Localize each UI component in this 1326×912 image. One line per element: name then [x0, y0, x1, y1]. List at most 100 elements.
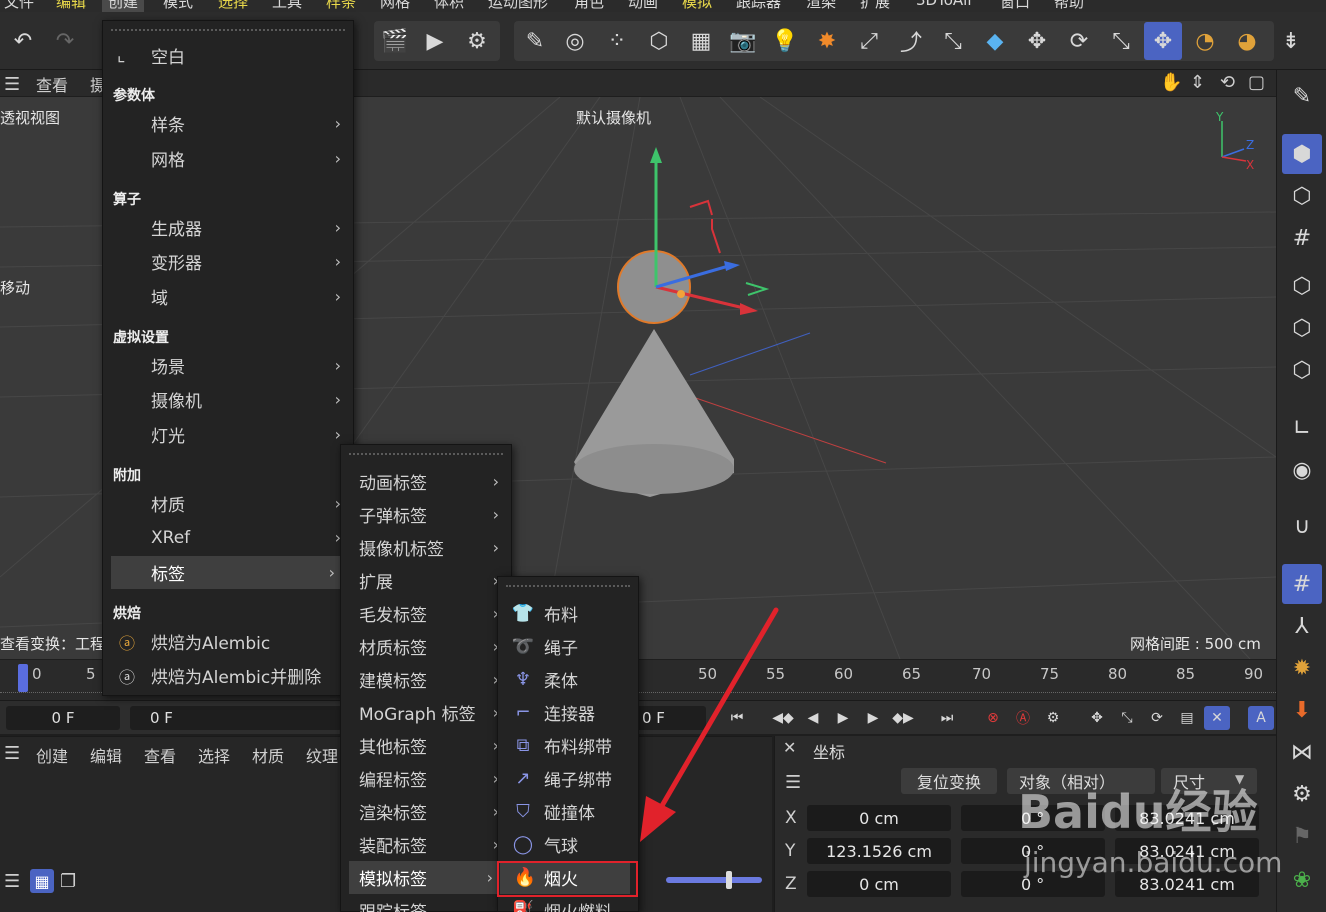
model-mode-icon[interactable]: ⬢ — [1282, 134, 1322, 174]
menu-item-field[interactable]: 域 › — [103, 280, 353, 313]
menu-simulate[interactable]: 模拟 — [682, 0, 712, 12]
next-frame-icon[interactable]: ▶ — [860, 706, 886, 730]
render-view-icon[interactable]: ▶ — [416, 22, 454, 60]
menu-item-mograph-tags[interactable]: MoGraph 标签 › — [341, 696, 511, 729]
zoom-slider-handle[interactable] — [726, 871, 732, 889]
visibility-icon[interactable]: ◉ — [1282, 450, 1322, 490]
pan-icon[interactable]: ⇕ — [1190, 72, 1205, 93]
transform-icon[interactable]: ✥ — [1144, 22, 1182, 60]
workplane-icon[interactable]: ⅄ — [1282, 606, 1322, 646]
axis-icon[interactable]: ⤢ — [850, 22, 888, 60]
menu-extensions[interactable]: 扩展 — [860, 0, 890, 12]
keyframe-settings-icon[interactable]: ⚙ — [1040, 706, 1066, 730]
menu-item-rigging-tags[interactable]: 装配标签 › — [341, 828, 511, 861]
hand-icon[interactable]: ✋ — [1160, 72, 1182, 93]
magnet-icon[interactable]: ∪ — [1282, 506, 1322, 546]
settings-icon[interactable]: ⚙ — [1282, 774, 1322, 814]
menu-item-null[interactable]: ⌞ 空白 — [103, 39, 353, 72]
scale-axis-icon[interactable]: ⤡ — [934, 22, 972, 60]
menu-item-cloth-belt[interactable]: ⧉ 布料绑带 — [498, 729, 638, 762]
position-x-field[interactable]: 0 cm — [807, 805, 951, 831]
flag-icon[interactable]: ⚑ — [1282, 816, 1322, 856]
menu-item-rope-belt[interactable]: ↗ 绳子绑带 — [498, 762, 638, 795]
list-view-icon[interactable]: ☰ — [4, 871, 20, 892]
hamburger-icon[interactable]: ☰ — [4, 743, 20, 764]
menu-file[interactable]: 文件 — [4, 0, 34, 12]
move-tool-icon[interactable]: ✸ — [808, 22, 846, 60]
tear-off-handle[interactable] — [506, 585, 630, 589]
menu-item-balloon[interactable]: ◯ 气球 — [498, 828, 638, 861]
grid-mode-icon[interactable]: # — [1282, 218, 1322, 258]
menu-item-other-tags[interactable]: 其他标签 › — [341, 729, 511, 762]
key-scale-icon[interactable]: ⤡ — [1114, 706, 1140, 730]
poly-mode-icon[interactable]: ⬡ — [1282, 350, 1322, 390]
hamburger-icon[interactable]: ☰ — [4, 74, 20, 95]
zoom-slider[interactable] — [666, 877, 762, 883]
menu-item-scene[interactable]: 场景 › — [103, 349, 353, 382]
key-auto-icon[interactable]: A — [1248, 706, 1274, 730]
mat-menu-material[interactable]: 材质 — [252, 743, 284, 767]
prev-frame-icon[interactable]: ◀ — [800, 706, 826, 730]
menu-item-xref[interactable]: XRef › — [103, 521, 353, 554]
menu-item-spline[interactable]: 样条 › — [103, 107, 353, 140]
menu-animate[interactable]: 动画 — [628, 0, 658, 12]
menu-item-cloth[interactable]: 👕 布料 — [498, 597, 638, 630]
edit-icon[interactable]: ✎ — [1282, 76, 1322, 116]
menu-item-collider[interactable]: ⛉ 碰撞体 — [498, 795, 638, 828]
menu-mograph[interactable]: 运动图形 — [488, 0, 548, 12]
camera-icon[interactable]: 📷 — [724, 22, 762, 60]
undo-icon[interactable]: ↶ — [4, 22, 42, 60]
key-pla-icon[interactable]: ✕ — [1204, 706, 1230, 730]
menu-item-render-tags[interactable]: 渲染标签 › — [341, 795, 511, 828]
move-icon[interactable]: ✥ — [1018, 22, 1056, 60]
menu-item-camera-tags[interactable]: 摄像机标签 › — [341, 531, 511, 564]
record-icon[interactable]: ⊗ — [980, 706, 1006, 730]
mat-menu-texture[interactable]: 纹理 — [306, 743, 338, 767]
point-mode-icon[interactable]: ⬡ — [1282, 266, 1322, 306]
menu-item-programming-tags[interactable]: 编程标签 › — [341, 762, 511, 795]
goto-end-icon[interactable]: ⏭ — [934, 706, 960, 730]
tear-off-handle[interactable] — [349, 453, 503, 457]
menu-item-tags[interactable]: 标签 › — [111, 556, 347, 589]
menu-item-connector[interactable]: ⌐ 连接器 — [498, 696, 638, 729]
tear-off-handle[interactable] — [111, 29, 345, 33]
yz-plane-handle[interactable] — [745, 282, 770, 296]
grid-view-icon[interactable]: ▦ — [30, 869, 54, 893]
deformer-icon[interactable]: ⬡ — [640, 22, 678, 60]
next-key-icon[interactable]: ◆▶ — [890, 706, 916, 730]
menu-mode[interactable]: 模式 — [163, 0, 193, 12]
key-rot-icon[interactable]: ⟳ — [1144, 706, 1170, 730]
mat-menu-create[interactable]: 创建 — [36, 743, 68, 767]
edge-mode-icon[interactable]: ⬡ — [1282, 308, 1322, 348]
cube-icon[interactable]: ◆ — [976, 22, 1014, 60]
menu-item-soft-body[interactable]: ♆ 柔体 — [498, 663, 638, 696]
menu-item-tracking-tags[interactable]: 跟踪标签 — [341, 894, 511, 912]
scale-icon[interactable]: ⤡ — [1102, 22, 1140, 60]
position-z-field[interactable]: 0 cm — [807, 871, 951, 897]
menu-item-mesh[interactable]: 网格 › — [103, 142, 353, 175]
menu-item-simulation-tags[interactable]: 模拟标签 › — [349, 861, 505, 894]
menu-select[interactable]: 选择 — [218, 0, 248, 12]
menu-item-rope[interactable]: ➰ 绳子 — [498, 630, 638, 663]
menu-create[interactable]: 创建 — [102, 0, 145, 12]
y-gizmo-arrow[interactable] — [650, 147, 662, 163]
axis-mode-icon[interactable]: ∟ — [1282, 408, 1322, 448]
menu-item-modeling-tags[interactable]: 建模标签 › — [341, 663, 511, 696]
gizmo-center[interactable] — [677, 290, 685, 298]
menu-character[interactable]: 角色 — [574, 0, 604, 12]
camera-name[interactable]: 默认摄像机 — [576, 107, 651, 128]
maximize-icon[interactable]: ▢ — [1248, 72, 1265, 93]
sun-icon[interactable]: ✹ — [1282, 648, 1322, 688]
menu-window[interactable]: 窗口 — [1000, 0, 1030, 12]
menu-tools[interactable]: 工具 — [272, 0, 302, 12]
play-icon[interactable]: ▶ — [830, 706, 856, 730]
menu-item-generator[interactable]: 生成器 › — [103, 211, 353, 244]
rotate-icon[interactable]: ⟳ — [1060, 22, 1098, 60]
menu-item-bullet-tags[interactable]: 子弹标签 › — [341, 498, 511, 531]
menu-item-bake-alembic[interactable]: ⓐ 烘焙为Alembic — [103, 625, 353, 658]
menu-item-material-tags[interactable]: 材质标签 › — [341, 630, 511, 663]
menu-help[interactable]: 帮助 — [1054, 0, 1084, 12]
spline-pen-icon[interactable]: ✎ — [516, 22, 554, 60]
key-pos-icon[interactable]: ✥ — [1084, 706, 1110, 730]
clapboard-icon[interactable]: 🎬 — [376, 22, 414, 60]
